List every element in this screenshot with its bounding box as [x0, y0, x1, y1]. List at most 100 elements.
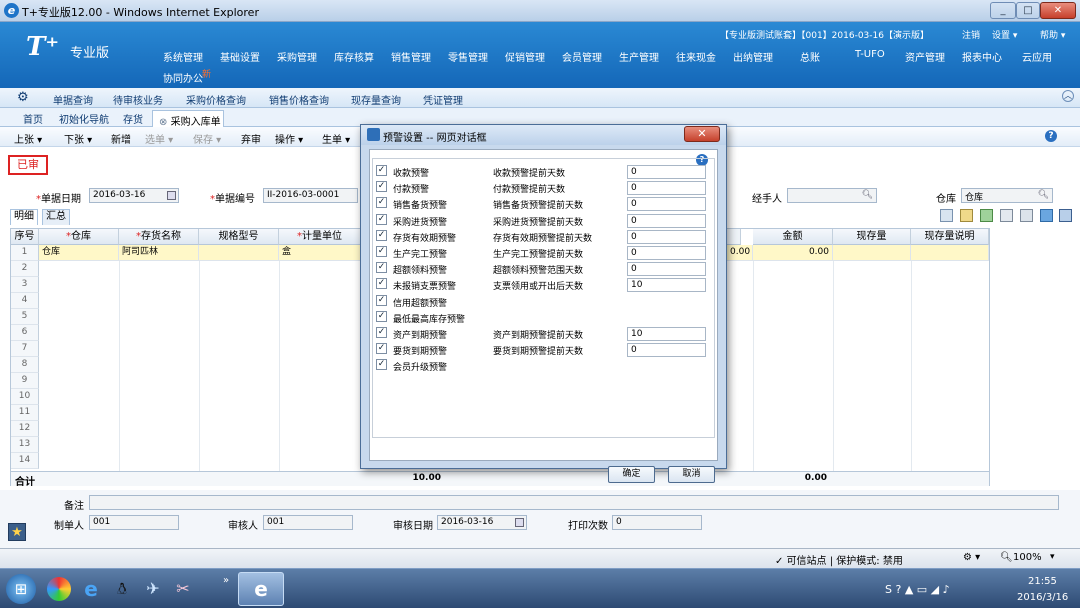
- menu-retail[interactable]: 零售管理: [448, 49, 488, 64]
- calendar-icon[interactable]: [167, 191, 176, 200]
- alert-days-input[interactable]: 0: [627, 229, 706, 244]
- zoom-icon[interactable]: 🔍︎: [1000, 552, 1013, 563]
- menu-collaboration[interactable]: 协同办公: [163, 70, 203, 85]
- cell-spec[interactable]: [199, 245, 279, 261]
- col-header-item[interactable]: *存货名称: [119, 229, 199, 245]
- alert-checkbox[interactable]: ✓: [376, 278, 387, 290]
- col-header-amount[interactable]: 金额: [753, 229, 833, 245]
- alert-days-input[interactable]: 0: [627, 197, 706, 212]
- module-stock-query[interactable]: 现存量查询: [351, 92, 401, 107]
- favorite-star-icon[interactable]: ★: [8, 523, 26, 541]
- menu-system[interactable]: 系统管理: [163, 49, 203, 64]
- col-header-stock[interactable]: 现存量: [833, 229, 911, 245]
- module-voucher[interactable]: 凭证管理: [423, 92, 463, 107]
- alert-days-input[interactable]: 0: [627, 165, 706, 179]
- zoom-level[interactable]: 100%: [1013, 552, 1042, 563]
- cell-stock[interactable]: [833, 245, 911, 261]
- ie-active-window[interactable]: e: [238, 572, 284, 606]
- cell-unit[interactable]: 盒: [279, 245, 361, 261]
- dialog-title-bar[interactable]: 预警设置 -- 网页对话框 ✕: [361, 125, 726, 145]
- maker-field[interactable]: 001: [89, 515, 179, 530]
- alert-checkbox[interactable]: ✓: [376, 327, 387, 338]
- operation-button[interactable]: 操作 ▾: [275, 131, 303, 146]
- auditor-field[interactable]: 001: [263, 515, 353, 530]
- module-sales-price[interactable]: 销售价格查询: [269, 92, 329, 107]
- alert-days-input[interactable]: 10: [627, 327, 706, 341]
- minimize-button[interactable]: _: [990, 2, 1016, 19]
- menu-cloud[interactable]: 云应用: [1022, 49, 1052, 64]
- alert-checkbox[interactable]: ✓: [376, 165, 387, 176]
- print-count-field[interactable]: 0: [612, 515, 702, 530]
- menu-member[interactable]: 会员管理: [562, 49, 602, 64]
- tab-init-nav[interactable]: 初始化导航: [59, 111, 109, 126]
- save-layout-icon[interactable]: [1059, 209, 1072, 222]
- qq-icon[interactable]: 🐧︎: [110, 577, 134, 601]
- alert-days-input[interactable]: 0: [627, 213, 706, 228]
- generate-button[interactable]: 生单 ▾: [322, 131, 350, 146]
- alert-days-input[interactable]: 10: [627, 278, 706, 293]
- cell-stock-note[interactable]: [911, 245, 989, 261]
- ok-button[interactable]: 确定: [608, 466, 655, 483]
- start-button-icon[interactable]: ⊞: [6, 574, 36, 604]
- preview-icon[interactable]: [1000, 209, 1013, 222]
- ie-taskbar-icon[interactable]: e: [79, 577, 103, 601]
- collapse-icon[interactable]: ︿: [1062, 90, 1074, 102]
- alert-days-input[interactable]: 0: [627, 246, 706, 260]
- scissors-icon[interactable]: ✂: [171, 577, 195, 601]
- subtab-detail[interactable]: 明细: [10, 209, 38, 225]
- alert-checkbox[interactable]: ✓: [376, 197, 387, 209]
- warehouse-field[interactable]: 仓库 🔍︎: [961, 188, 1053, 203]
- maximize-button[interactable]: □: [1016, 2, 1040, 19]
- chevron-down-icon[interactable]: ▾: [1050, 552, 1055, 562]
- menu-cashier[interactable]: 出纳管理: [733, 49, 773, 64]
- tab-stock[interactable]: 存货: [123, 111, 143, 126]
- col-header-spec[interactable]: 规格型号: [199, 229, 279, 245]
- cell-partial-value[interactable]: 0.00: [727, 245, 753, 261]
- alert-checkbox[interactable]: ✓: [376, 262, 387, 274]
- col-header-stock-note[interactable]: 现存量说明: [911, 229, 989, 245]
- col-header-unit[interactable]: *计量单位: [279, 229, 361, 245]
- alert-checkbox[interactable]: ✓: [376, 310, 387, 322]
- cancel-button[interactable]: 取消: [668, 466, 715, 483]
- menu-purchase[interactable]: 采购管理: [277, 49, 317, 64]
- cell-item[interactable]: 阿司匹林: [119, 245, 199, 261]
- protected-mode-icon[interactable]: ⚙ ▾: [963, 552, 980, 563]
- subtab-summary[interactable]: 汇总: [42, 209, 70, 225]
- gear-icon[interactable]: ⚙: [17, 90, 29, 105]
- menu-tufo[interactable]: T-UFO: [855, 49, 885, 60]
- alert-checkbox[interactable]: ✓: [376, 229, 387, 241]
- alert-days-input[interactable]: 0: [627, 181, 706, 196]
- alert-checkbox[interactable]: ✓: [376, 213, 387, 225]
- calendar-icon[interactable]: [515, 518, 524, 527]
- alert-checkbox[interactable]: ✓: [376, 359, 387, 371]
- plane-icon[interactable]: ✈: [141, 577, 165, 601]
- window-close-button[interactable]: ✕: [1040, 2, 1076, 19]
- logout-link[interactable]: 注销: [962, 28, 980, 41]
- settings-menu[interactable]: 设置 ▾: [992, 28, 1017, 41]
- menu-assets[interactable]: 资产管理: [905, 49, 945, 64]
- remark-field[interactable]: [89, 495, 1059, 510]
- doc-no-field[interactable]: II-2016-03-0001: [263, 188, 358, 203]
- menu-basic-settings[interactable]: 基础设置: [220, 49, 260, 64]
- menu-reports[interactable]: 报表中心: [962, 49, 1002, 64]
- save-button[interactable]: 保存 ▾: [193, 131, 221, 146]
- unaudit-button[interactable]: 弃审: [241, 131, 261, 146]
- select-button[interactable]: 选单 ▾: [145, 131, 173, 146]
- tab-purchase-receipt[interactable]: ⊗ 采购入库单: [152, 110, 224, 128]
- alert-checkbox[interactable]: ✓: [376, 294, 387, 306]
- search-icon[interactable]: 🔍︎: [1038, 190, 1049, 200]
- col-header-warehouse[interactable]: *仓库: [39, 229, 119, 245]
- chrome-icon[interactable]: [47, 577, 71, 601]
- module-purchase-price[interactable]: 采购价格查询: [186, 92, 246, 107]
- help-menu[interactable]: 帮助 ▾: [1040, 28, 1065, 41]
- menu-sales[interactable]: 销售管理: [391, 49, 431, 64]
- alert-days-input[interactable]: 0: [627, 262, 706, 277]
- menu-cash[interactable]: 往来现金: [676, 49, 716, 64]
- alert-days-input[interactable]: 0: [627, 343, 706, 358]
- alert-checkbox[interactable]: ✓: [376, 343, 387, 355]
- alert-checkbox[interactable]: ✓: [376, 181, 387, 193]
- dialog-close-button[interactable]: ✕: [684, 126, 720, 142]
- taskbar-expand[interactable]: »: [223, 575, 229, 586]
- doc-date-field[interactable]: 2016-03-16: [89, 188, 179, 203]
- handler-field[interactable]: 🔍︎: [787, 188, 877, 203]
